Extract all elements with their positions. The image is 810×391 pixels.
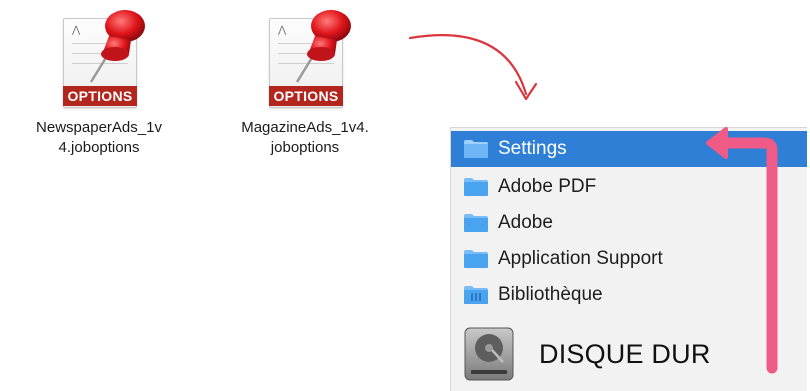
folder-icon [464, 178, 488, 196]
path-item-label: Application Support [498, 248, 663, 269]
path-item-label: Settings [498, 138, 567, 159]
path-item-adobe-pdf[interactable]: Adobe PDF [451, 169, 807, 205]
adobe-logo-icon: ⋀ [278, 25, 287, 36]
joboptions-icon: ⋀ OPTIONS [255, 0, 355, 112]
path-item-label: Adobe PDF [498, 176, 597, 197]
file-name: NewspaperAds_1v 4.joboptions [36, 119, 162, 156]
curved-arrow-icon [408, 34, 528, 96]
file-name: MagazineAds_1v4. joboptions [241, 119, 369, 156]
options-badge: OPTIONS [63, 86, 137, 106]
path-item-label: Adobe [498, 212, 553, 233]
pushpin-icon [295, 10, 351, 83]
library-folder-icon [464, 286, 488, 304]
joboptions-icon: ⋀ OPTIONS [49, 0, 149, 112]
path-item-disque-dur[interactable]: DISQUE DUR [451, 322, 807, 386]
finder-path-panel: Settings Adobe PDF Adobe Application Sup… [450, 127, 807, 391]
hard-drive-icon [464, 327, 514, 381]
folder-icon [464, 214, 488, 232]
folder-icon [464, 140, 488, 158]
file-magazineads[interactable]: ⋀ OPTIONS MagazineAds_1v4. joboptions [220, 0, 390, 158]
arrowhead-icon [514, 80, 538, 101]
path-item-settings[interactable]: Settings [451, 131, 807, 167]
adobe-logo-icon: ⋀ [72, 25, 81, 36]
file-newspaperads[interactable]: ⋀ OPTIONS NewspaperAds_1v 4.joboptions [14, 0, 184, 158]
folder-icon [464, 250, 488, 268]
path-item-application-support[interactable]: Application Support [451, 241, 807, 277]
path-item-bibliotheque[interactable]: Bibliothèque [451, 277, 807, 313]
path-item-label: Bibliothèque [498, 284, 603, 305]
options-badge: OPTIONS [269, 86, 343, 106]
path-item-adobe[interactable]: Adobe [451, 205, 807, 241]
pushpin-icon [89, 10, 145, 83]
drive-label: DISQUE DUR [539, 338, 711, 369]
